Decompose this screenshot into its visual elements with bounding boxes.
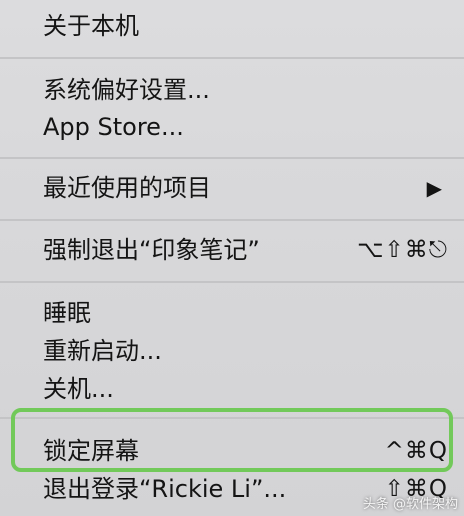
menu-separator: [0, 157, 464, 159]
menu-item-shutdown[interactable]: 关机...: [0, 369, 464, 409]
highlight-annotation-box: [11, 408, 453, 472]
menu-item-sleep[interactable]: 睡眠: [0, 293, 464, 333]
keyboard-shortcut: ⌥⇧⌘⎋: [357, 237, 448, 263]
menu-item-about[interactable]: 关于本机: [0, 6, 464, 46]
menu-item-label: 关于本机: [43, 12, 139, 40]
menu-item-force-quit[interactable]: 强制退出“印象笔记” ⌥⇧⌘⎋: [0, 230, 464, 270]
apple-menu: 关于本机 系统偏好设置... App Store... 最近使用的项目 ▶ 强制…: [0, 0, 464, 516]
menu-separator: [0, 219, 464, 221]
menu-item-label: 退出登录“Rickie Li”...: [43, 475, 287, 503]
submenu-arrow-icon: ▶: [426, 176, 442, 200]
menu-item-restart[interactable]: 重新启动...: [0, 331, 464, 371]
menu-item-label: 最近使用的项目: [43, 174, 211, 202]
menu-item-label: App Store...: [43, 113, 184, 141]
menu-item-recent-items[interactable]: 最近使用的项目 ▶: [0, 168, 464, 208]
watermark: 头条 @软件架构: [362, 497, 458, 512]
menu-separator: [0, 57, 464, 59]
menu-item-label: 强制退出“印象笔记”: [43, 236, 260, 264]
menu-item-label: 系统偏好设置...: [43, 76, 210, 104]
menu-item-app-store[interactable]: App Store...: [0, 107, 464, 147]
menu-item-system-preferences[interactable]: 系统偏好设置...: [0, 70, 464, 110]
menu-item-label: 关机...: [43, 375, 114, 403]
menu-item-label: 睡眠: [43, 299, 91, 327]
menu-separator: [0, 281, 464, 283]
menu-item-label: 重新启动...: [43, 337, 162, 365]
